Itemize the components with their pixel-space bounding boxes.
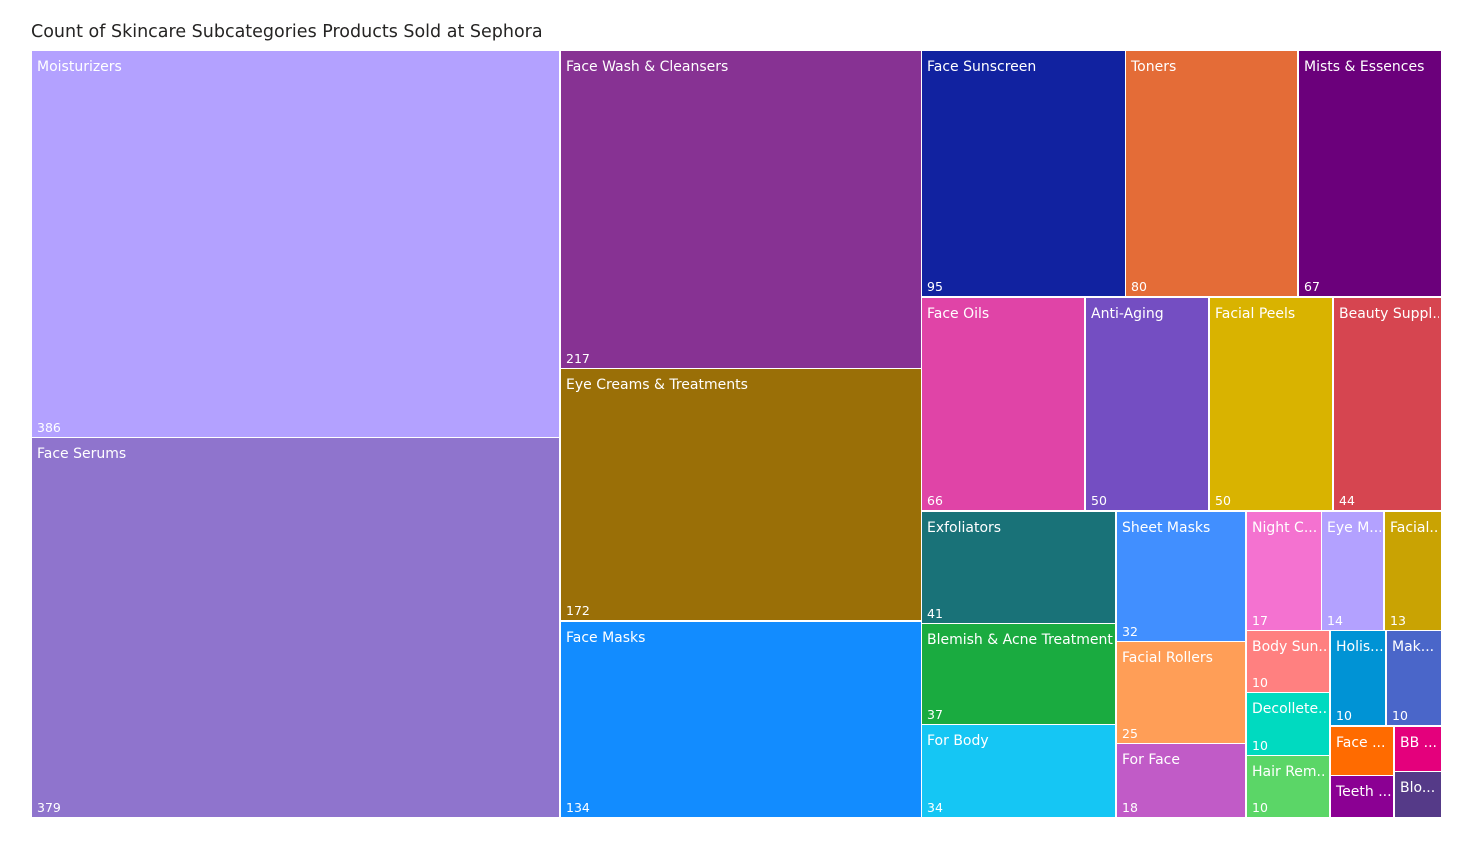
tile-value-sheet-masks: 32: [1122, 624, 1138, 639]
tile-label-for-face: For Face: [1122, 752, 1180, 768]
tile-face-sunscreen[interactable]: Face Sunscreen 95: [922, 51, 1125, 296]
tile-value-mak: 10: [1392, 708, 1408, 723]
tile-rect-facial-peels[interactable]: [1210, 298, 1332, 510]
tile-sheet-masks[interactable]: Sheet Masks 32: [1117, 512, 1245, 641]
tile-rect-face-wash-and-cleansers[interactable]: [561, 51, 921, 368]
tile-rect-face-sunscreen[interactable]: [922, 51, 1125, 296]
tile-face-masks[interactable]: Face Masks 134: [561, 622, 921, 817]
tile-value-facial-rollers: 25: [1122, 726, 1138, 741]
tile-label-sheet-masks: Sheet Masks: [1122, 520, 1210, 536]
tile-label-facial-rollers: Facial Rollers: [1122, 650, 1213, 666]
tile-eye-creams-and-treatments[interactable]: Eye Creams & Treatments 172: [561, 369, 921, 620]
tile-mak[interactable]: Mak... 10: [1387, 631, 1441, 725]
tile-value-eye-creams-and-treatments: 172: [566, 603, 590, 618]
tile-value-beauty-suppl: 44: [1339, 493, 1355, 508]
tile-label-face-serums: Face Serums: [37, 446, 126, 462]
tile-value-face-masks: 134: [566, 800, 590, 815]
tile-hair-rem[interactable]: Hair Rem... 10: [1247, 756, 1330, 817]
tile-rect-toners[interactable]: [1126, 51, 1297, 296]
tile-label-face: Face ...: [1336, 735, 1385, 751]
tile-label-anti-aging: Anti-Aging: [1091, 306, 1164, 322]
tile-label-blo: Blo...: [1400, 780, 1435, 796]
tile-value-body-sun: 10: [1252, 675, 1268, 690]
tile-value-face-wash-and-cleansers: 217: [566, 351, 590, 366]
tile-anti-aging[interactable]: Anti-Aging 50: [1086, 298, 1208, 510]
tile-rect-anti-aging[interactable]: [1086, 298, 1208, 510]
tile-value-blemish-and-acne-treatments: 37: [927, 707, 943, 722]
tile-label-hair-rem: Hair Rem...: [1252, 764, 1330, 780]
tile-value-hair-rem: 10: [1252, 800, 1268, 815]
tile-rect-face-masks[interactable]: [561, 622, 921, 817]
tile-label-mists-and-essences: Mists & Essences: [1304, 59, 1424, 75]
tile-label-exfoliators: Exfoliators: [927, 520, 1001, 536]
tile-blo[interactable]: Blo...: [1395, 772, 1441, 817]
tile-value-facial-peels: 50: [1215, 493, 1231, 508]
tile-rect-face-serums[interactable]: [32, 438, 559, 817]
tile-bb[interactable]: BB ...: [1395, 727, 1441, 771]
tile-value-for-body: 34: [927, 800, 943, 815]
tile-facial-peels[interactable]: Facial Peels 50: [1210, 298, 1332, 510]
tile-value-anti-aging: 50: [1091, 493, 1107, 508]
tile-value-eye-m: 14: [1327, 613, 1343, 628]
tile-label-face-masks: Face Masks: [566, 630, 645, 646]
tile-rect-eye-creams-and-treatments[interactable]: [561, 369, 921, 620]
tile-exfoliators[interactable]: Exfoliators 41: [922, 512, 1115, 623]
tile-label-eye-creams-and-treatments: Eye Creams & Treatments: [566, 377, 748, 393]
tile-eye-m[interactable]: Eye M... 14: [1322, 512, 1383, 630]
tile-value-face-oils: 66: [927, 493, 943, 508]
tile-label-facial-peels: Facial Peels: [1215, 306, 1295, 322]
tile-facial[interactable]: Facial... 13: [1385, 512, 1443, 630]
tile-facial-rollers[interactable]: Facial Rollers 25: [1117, 642, 1245, 743]
tile-label-body-sun: Body Sun...: [1252, 639, 1332, 655]
tile-for-body[interactable]: For Body 34: [922, 725, 1115, 817]
tile-beauty-suppl[interactable]: Beauty Suppl... 44: [1334, 298, 1446, 510]
tile-label-bb: BB ...: [1400, 735, 1437, 751]
tile-label-teeth: Teeth ...: [1335, 784, 1392, 800]
tile-mists-and-essences[interactable]: Mists & Essences 67: [1299, 51, 1441, 296]
tile-value-facial: 13: [1390, 613, 1406, 628]
tile-rect-beauty-suppl[interactable]: [1334, 298, 1441, 510]
tile-label-eye-m: Eye M...: [1327, 520, 1383, 536]
tile-toners[interactable]: Toners 80: [1126, 51, 1297, 296]
tile-body-sun[interactable]: Body Sun... 10: [1247, 631, 1332, 692]
tile-label-face-oils: Face Oils: [927, 306, 989, 322]
tile-label-night-c: Night C...: [1252, 520, 1317, 536]
tile-label-face-sunscreen: Face Sunscreen: [927, 59, 1036, 75]
tile-for-face[interactable]: For Face 18: [1117, 744, 1245, 817]
tile-value-toners: 80: [1131, 279, 1147, 294]
tile-rect-face-oils[interactable]: [922, 298, 1084, 510]
tile-value-holis: 10: [1336, 708, 1352, 723]
tile-label-moisturizers: Moisturizers: [37, 59, 122, 75]
tile-label-facial: Facial...: [1390, 520, 1443, 536]
tile-value-decollete: 10: [1252, 738, 1268, 753]
tile-value-mists-and-essences: 67: [1304, 279, 1320, 294]
tile-decollete[interactable]: Decollete... 10: [1247, 693, 1332, 755]
tile-label-beauty-suppl: Beauty Suppl...: [1339, 306, 1446, 322]
tile-rect-moisturizers[interactable]: [32, 51, 559, 437]
tile-face-serums[interactable]: Face Serums 379: [32, 438, 559, 817]
tile-face-oils[interactable]: Face Oils 66: [922, 298, 1084, 510]
tile-value-night-c: 17: [1252, 613, 1268, 628]
tile-label-holis: Holis...: [1336, 639, 1384, 655]
tile-label-blemish-and-acne-treatments: Blemish & Acne Treatments: [927, 632, 1120, 648]
tile-rect-mists-and-essences[interactable]: [1299, 51, 1441, 296]
tile-value-face-serums: 379: [37, 800, 61, 815]
tile-label-decollete: Decollete...: [1252, 701, 1332, 717]
tile-holis[interactable]: Holis... 10: [1331, 631, 1385, 725]
tile-value-exfoliators: 41: [927, 606, 943, 621]
tile-value-face-sunscreen: 95: [927, 279, 943, 294]
tile-value-for-face: 18: [1122, 800, 1138, 815]
tile-face[interactable]: Face ...: [1331, 727, 1393, 775]
tile-label-mak: Mak...: [1392, 639, 1434, 655]
tile-label-for-body: For Body: [927, 733, 989, 749]
tile-label-toners: Toners: [1130, 59, 1176, 75]
tile-value-moisturizers: 386: [37, 420, 61, 435]
tile-teeth[interactable]: Teeth ...: [1331, 776, 1393, 817]
tile-face-wash-and-cleansers[interactable]: Face Wash & Cleansers 217: [561, 51, 921, 368]
tile-night-c[interactable]: Night C... 17: [1247, 512, 1321, 630]
tile-blemish-and-acne-treatments[interactable]: Blemish & Acne Treatments 37: [922, 624, 1120, 724]
tile-label-face-wash-and-cleansers: Face Wash & Cleansers: [566, 59, 728, 75]
tile-moisturizers[interactable]: Moisturizers 386: [32, 51, 559, 437]
treemap-chart: Moisturizers 386 Face Serums 379 Face Wash &…: [32, 51, 1446, 817]
